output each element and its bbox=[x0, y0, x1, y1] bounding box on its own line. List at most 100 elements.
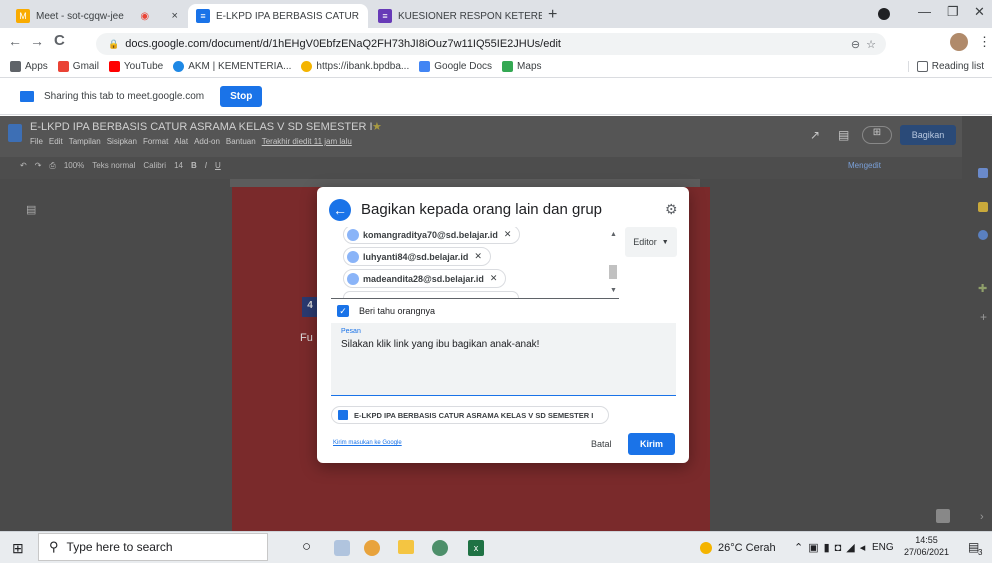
activity-icon[interactable]: ↗ bbox=[810, 128, 820, 142]
menu-insert[interactable]: Sisipkan bbox=[107, 137, 137, 146]
outline-icon[interactable]: ▤ bbox=[26, 203, 36, 216]
menu-view[interactable]: Tampilan bbox=[69, 137, 101, 146]
reload-icon[interactable]: C bbox=[54, 32, 65, 49]
menu-format[interactable]: Format bbox=[143, 137, 168, 146]
maximize-icon[interactable]: ❐ bbox=[947, 4, 959, 20]
reading-list-icon bbox=[916, 61, 928, 72]
menu-tools[interactable]: Alat bbox=[174, 137, 188, 146]
collapse-panel-icon[interactable]: › bbox=[980, 511, 984, 523]
bookmark-maps[interactable]: Maps bbox=[502, 61, 542, 72]
system-tray-icons[interactable]: ⌃▣▮◘◢◂ bbox=[794, 541, 870, 554]
menu-help[interactable]: Bantuan bbox=[226, 137, 256, 146]
send-button[interactable]: Kirim bbox=[628, 433, 675, 455]
settings-gear-icon[interactable]: ⚙ bbox=[665, 201, 678, 218]
stop-sharing-button[interactable]: Stop bbox=[220, 86, 263, 107]
weather-app-icon[interactable] bbox=[334, 540, 350, 556]
apps-icon bbox=[10, 61, 21, 72]
tab-docs[interactable]: ≡ E-LKPD IPA BERBASIS CATUR × bbox=[188, 4, 368, 28]
document-title[interactable]: E-LKPD IPA BERBASIS CATUR ASRAMA KELAS V… bbox=[30, 121, 373, 133]
calendar-icon[interactable] bbox=[978, 168, 988, 178]
attached-doc-chip[interactable]: E-LKPD IPA BERBASIS CATUR ASRAMA KELAS V… bbox=[331, 406, 609, 424]
style-select[interactable]: Teks normal bbox=[92, 161, 135, 171]
remove-recipient-icon[interactable]: ✕ bbox=[474, 251, 482, 262]
profile-dot-icon[interactable] bbox=[878, 8, 890, 20]
print-icon[interactable]: ⎙ bbox=[49, 161, 55, 171]
keep-icon[interactable] bbox=[978, 202, 988, 212]
role-select[interactable]: Editor ▼ bbox=[625, 227, 677, 257]
recipients-field[interactable]: komangraditya70@sd.belajar.id ✕ luhyanti… bbox=[331, 227, 619, 299]
recipient-chip[interactable]: komangraditya70@sd.belajar.id ✕ bbox=[343, 227, 521, 244]
weather-text[interactable]: 26°C Cerah bbox=[718, 542, 776, 554]
bookmark-google-docs[interactable]: Google Docs bbox=[419, 61, 492, 72]
clock[interactable]: 14:55 27/06/2021 bbox=[904, 534, 949, 558]
bookmark-youtube[interactable]: YouTube bbox=[108, 61, 163, 72]
bookmark-star-icon[interactable]: ☆ bbox=[866, 38, 876, 51]
cancel-button[interactable]: Batal bbox=[591, 439, 612, 449]
zoom-select[interactable]: 100% bbox=[64, 161, 84, 171]
tab-meet[interactable]: M Meet - sot-cgqw-jee ◉ × bbox=[8, 4, 186, 28]
tab-close-button[interactable]: × bbox=[363, 10, 368, 22]
explore-icon[interactable] bbox=[936, 509, 950, 523]
scrollbar-thumb[interactable] bbox=[609, 265, 617, 279]
bookmark-gmail[interactable]: Gmail bbox=[57, 61, 99, 72]
forward-icon[interactable]: → bbox=[30, 33, 44, 49]
more-menu-icon[interactable]: ⋮ bbox=[978, 34, 991, 50]
undo-icon[interactable]: ↶ bbox=[20, 161, 27, 171]
recipient-chip[interactable]: luhyanti84@sd.belajar.id ✕ bbox=[343, 247, 491, 266]
tab-close-button[interactable]: × bbox=[166, 10, 178, 22]
message-textarea[interactable]: Pesan Silakan klik link yang ibu bagikan… bbox=[331, 323, 676, 396]
scroll-down-icon[interactable]: ▼ bbox=[610, 287, 617, 294]
notification-count: 3 bbox=[978, 548, 983, 557]
tab-forms[interactable]: ≡ KUESIONER RESPON KETERBACA × bbox=[370, 4, 542, 28]
tasks-icon[interactable] bbox=[978, 230, 988, 240]
address-bar[interactable]: 🔒 docs.google.com/document/d/1hEHgV0Ebfz… bbox=[96, 33, 886, 55]
bookmark-ibank[interactable]: https://ibank.bpdba... bbox=[301, 61, 409, 72]
feedback-link[interactable]: Kirim masukan ke Google bbox=[333, 440, 402, 446]
recipient-chip[interactable]: madeandita28@sd.belajar.id ✕ bbox=[343, 269, 507, 288]
tab-sharing-bar: Sharing this tab to meet.google.com Stop bbox=[0, 79, 992, 115]
zoom-icon[interactable]: ⊖ bbox=[851, 38, 860, 51]
windows-start-icon[interactable]: ⊞ bbox=[12, 540, 24, 557]
add-addon-icon[interactable]: + bbox=[980, 310, 987, 324]
back-icon[interactable]: ← bbox=[8, 33, 22, 49]
ruler bbox=[230, 179, 700, 187]
font-select[interactable]: Calibri bbox=[143, 161, 166, 171]
avatar[interactable] bbox=[950, 33, 968, 51]
menu-edit[interactable]: Edit bbox=[49, 137, 63, 146]
chrome-icon[interactable] bbox=[364, 540, 380, 556]
reading-list-button[interactable]: Reading list bbox=[907, 61, 984, 72]
docs-logo-icon[interactable] bbox=[8, 124, 22, 142]
close-window-icon[interactable]: ✕ bbox=[974, 4, 985, 20]
redo-icon[interactable]: ↷ bbox=[35, 161, 42, 171]
meet-present-icon[interactable]: ⊞ bbox=[862, 126, 892, 144]
browser-app-icon[interactable] bbox=[432, 540, 448, 556]
taskbar-search-box[interactable]: ⚲ Type here to search bbox=[38, 533, 268, 561]
comments-icon[interactable]: ▤ bbox=[838, 128, 849, 142]
back-arrow-icon[interactable]: ← bbox=[329, 199, 351, 221]
bookmark-apps[interactable]: Apps bbox=[10, 61, 48, 72]
italic-icon[interactable]: I bbox=[205, 161, 207, 171]
language-indicator[interactable]: ENG bbox=[872, 542, 894, 553]
last-edit-link[interactable]: Terakhir diedit 11 jam lalu bbox=[262, 137, 352, 146]
recording-dot-icon: ◉ bbox=[140, 10, 150, 22]
minimize-icon[interactable]: — bbox=[918, 4, 931, 19]
file-explorer-icon[interactable] bbox=[398, 540, 414, 554]
excel-icon[interactable]: x bbox=[468, 540, 484, 556]
task-view-icon[interactable]: ○ bbox=[302, 538, 311, 555]
notify-checkbox[interactable]: ✓ bbox=[337, 305, 349, 317]
menu-file[interactable]: File bbox=[30, 137, 43, 146]
underline-icon[interactable]: U bbox=[215, 161, 221, 171]
new-tab-button[interactable]: + bbox=[548, 6, 557, 24]
bold-icon[interactable]: B bbox=[191, 161, 197, 171]
remove-recipient-icon[interactable]: ✕ bbox=[490, 273, 498, 284]
scroll-up-icon[interactable]: ▲ bbox=[610, 231, 617, 238]
menu-addons[interactable]: Add-on bbox=[194, 137, 220, 146]
recipients-scrollbar[interactable]: ▲ ▼ bbox=[607, 227, 619, 298]
contacts-icon[interactable]: ✚ bbox=[978, 282, 987, 295]
remove-recipient-icon[interactable]: ✕ bbox=[504, 229, 512, 240]
bookmark-akm[interactable]: AKM | KEMENTERIA... bbox=[173, 61, 291, 72]
font-size-input[interactable]: 14 bbox=[174, 161, 183, 171]
share-button[interactable]: Bagikan bbox=[900, 125, 956, 145]
star-icon[interactable]: ★ bbox=[372, 120, 382, 133]
editing-mode-select[interactable]: Mengedit bbox=[848, 161, 881, 170]
